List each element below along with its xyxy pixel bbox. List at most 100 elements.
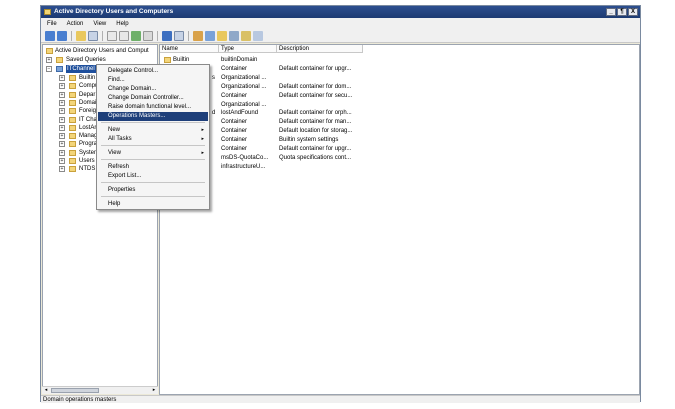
list-row[interactable]: s Organizational ...	[160, 74, 639, 83]
app-icon	[44, 9, 51, 15]
restore-button[interactable]: ¶	[617, 8, 627, 16]
menu-item-change-domain-controller[interactable]: Change Domain Controller...	[98, 94, 208, 103]
find-icon[interactable]	[253, 30, 263, 41]
expand-icon[interactable]: +	[59, 166, 65, 173]
list-row[interactable]: Container Default container for secu...	[160, 92, 639, 101]
cell-description: Default location for storag...	[279, 128, 353, 135]
cell-type: Container	[221, 128, 248, 135]
expand-icon[interactable]: +	[59, 133, 65, 140]
menu-item-export-list[interactable]: Export List...	[98, 172, 208, 181]
menu-separator	[101, 196, 205, 197]
expand-icon[interactable]: +	[46, 57, 52, 63]
menu-item-delegate-control[interactable]: Delegate Control...	[98, 67, 208, 76]
menu-item-change-domain[interactable]: Change Domain...	[98, 85, 208, 94]
menu-file[interactable]: File	[47, 21, 57, 27]
scroll-thumb[interactable]	[51, 388, 99, 393]
menu-action[interactable]: Action	[67, 21, 84, 27]
expand-icon[interactable]: +	[59, 99, 65, 106]
tree-item-label: ITChannel	[66, 65, 96, 73]
delete-icon[interactable]	[107, 30, 117, 41]
submenu-arrow-icon: ▸	[201, 136, 204, 142]
back-icon[interactable]	[45, 30, 55, 41]
minimize-button[interactable]: _	[606, 8, 616, 16]
properties-icon[interactable]	[119, 30, 129, 41]
tree-horizontal-scrollbar[interactable]: ◂ ▸	[42, 386, 158, 394]
menu-item-raise-domain-functional-level[interactable]: Raise domain functional level...	[98, 103, 208, 112]
expand-icon[interactable]: +	[59, 75, 65, 81]
list-row[interactable]: Container Default container for upgr...	[160, 65, 639, 74]
cell-type: Container	[221, 65, 248, 72]
show-hide-tree-icon[interactable]	[88, 30, 98, 41]
menu-item-label: Change Domain Controller...	[108, 95, 184, 101]
folder-icon	[69, 124, 76, 131]
cell-description: Default container for dom...	[279, 83, 352, 90]
help-icon[interactable]	[162, 30, 172, 41]
tree-item-label: Builtin	[79, 75, 96, 81]
list-row[interactable]: Builtin builtinDomain	[160, 56, 639, 65]
menu-help[interactable]: Help	[116, 21, 128, 27]
menu-view[interactable]: View	[93, 21, 106, 27]
collapse-icon[interactable]: −	[46, 66, 52, 72]
refresh-icon[interactable]	[131, 30, 141, 41]
toolbar	[41, 29, 640, 43]
new-ou-icon[interactable]	[217, 30, 227, 41]
up-folder-icon[interactable]	[76, 30, 86, 41]
list-row[interactable]: Organizational ...	[160, 101, 639, 110]
column-header-type[interactable]: Type	[219, 45, 277, 53]
folder-icon	[69, 133, 76, 140]
expand-icon[interactable]: +	[59, 83, 65, 90]
expand-icon[interactable]: +	[59, 149, 65, 156]
folder-icon	[69, 99, 76, 106]
menu-item-label: New	[108, 127, 121, 133]
expand-icon[interactable]: +	[59, 141, 65, 148]
menu-item-view[interactable]: View ▸	[98, 149, 208, 158]
list-row[interactable]: Container Builtin system settings	[160, 136, 639, 145]
expand-icon[interactable]: +	[59, 91, 65, 98]
title-bar[interactable]: Active Directory Users and Computers _ ¶…	[41, 6, 640, 18]
list-row[interactable]: Container Default container for upgr...	[160, 145, 639, 154]
expand-icon[interactable]: +	[59, 108, 65, 115]
list-row[interactable]: Organizational ... Default container for …	[160, 83, 639, 92]
expand-icon[interactable]: +	[59, 158, 65, 164]
forward-icon[interactable]	[57, 30, 67, 41]
list-row[interactable]: Container Default container for man...	[160, 118, 639, 127]
filter-icon[interactable]	[229, 30, 239, 41]
expand-icon[interactable]: +	[59, 124, 65, 131]
add-to-group-icon[interactable]	[241, 30, 251, 41]
menu-item-label: Change Domain...	[108, 86, 157, 92]
menu-separator	[101, 182, 205, 183]
folder-icon	[164, 57, 171, 63]
menu-item-label: View	[108, 150, 121, 156]
scroll-left-icon[interactable]: ◂	[42, 387, 50, 394]
menu-item-new[interactable]: New ▸	[98, 126, 208, 135]
menu-item-refresh[interactable]: Refresh	[98, 163, 208, 172]
expand-icon[interactable]: +	[59, 116, 65, 123]
folder-icon	[56, 57, 63, 63]
list-row[interactable]: msDS-QuotaCo... Quota specifications cont…	[160, 154, 639, 163]
column-header-name[interactable]: Name	[160, 45, 219, 53]
folder-icon	[69, 141, 76, 148]
console-icon[interactable]	[174, 30, 184, 41]
column-header-description[interactable]: Description	[277, 45, 363, 53]
menu-item-operations-masters[interactable]: Operations Masters...	[98, 112, 208, 121]
menu-separator	[101, 122, 205, 123]
list-row[interactable]: infrastructureU...	[160, 163, 639, 172]
tree-item-label: Systen	[79, 149, 98, 156]
tree-item-label: Manag	[79, 133, 98, 140]
close-button[interactable]: X	[628, 8, 638, 16]
menu-item-properties[interactable]: Properties	[98, 186, 208, 195]
list-row[interactable]: Container Default location for storag...	[160, 127, 639, 136]
tree-item-label: NTDS	[79, 166, 96, 173]
list-row[interactable]: d lostAndFound Default container for orph.…	[160, 109, 639, 118]
menu-item-help[interactable]: Help	[98, 200, 208, 209]
export-icon[interactable]	[143, 30, 153, 41]
details-pane: Name Type Description Builtin builtinDoma…	[159, 44, 640, 395]
cell-type: msDS-QuotaCo...	[221, 154, 269, 161]
menu-item-find[interactable]: Find...	[98, 76, 208, 85]
scroll-right-icon[interactable]: ▸	[150, 387, 158, 394]
folder-icon	[69, 158, 76, 164]
new-group-icon[interactable]	[205, 30, 215, 41]
cell-type: Container	[221, 119, 248, 126]
new-user-icon[interactable]	[193, 30, 203, 41]
menu-item-all-tasks[interactable]: All Tasks ▸	[98, 135, 208, 144]
